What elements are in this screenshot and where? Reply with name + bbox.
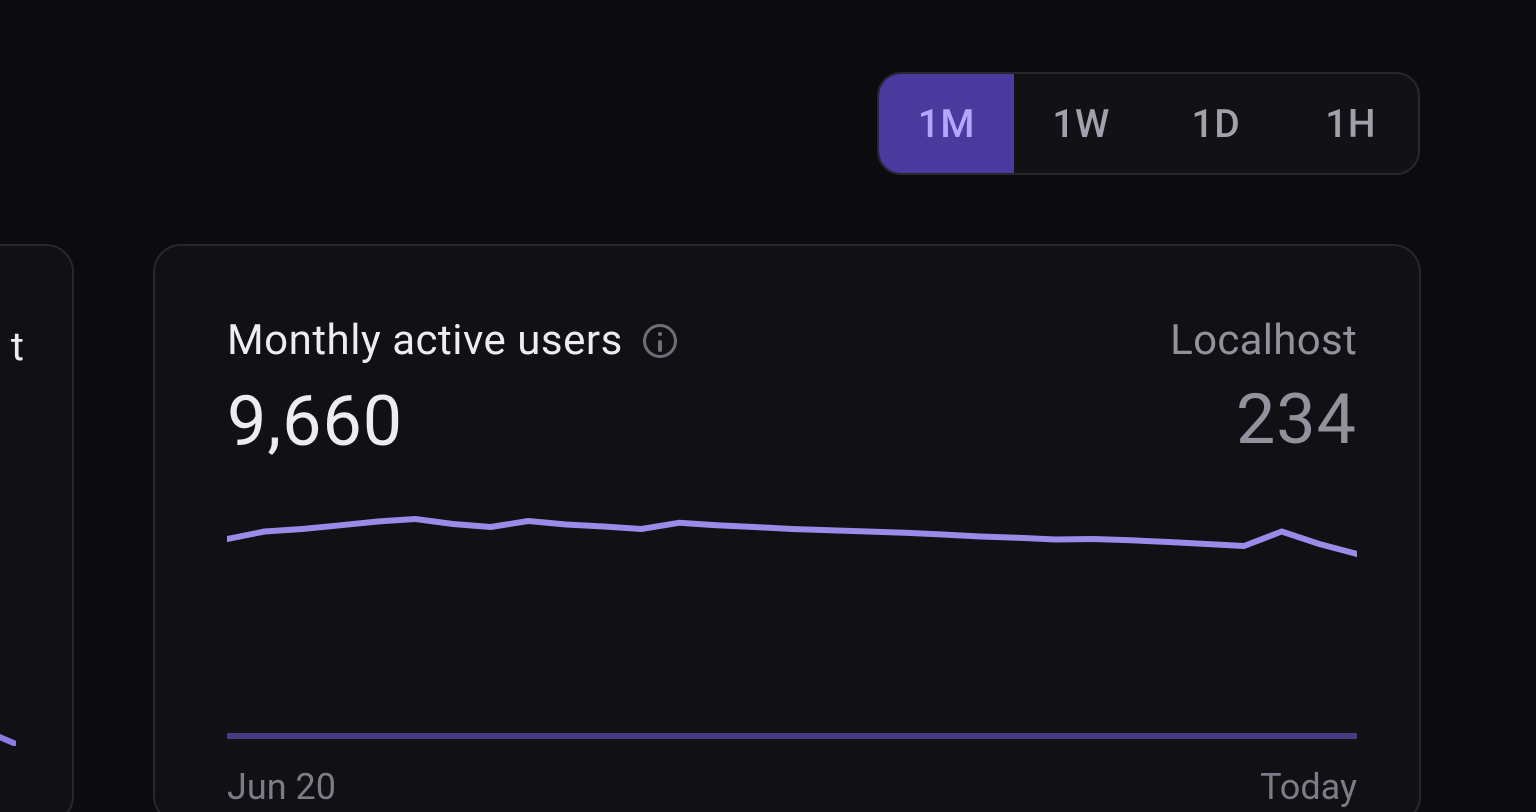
metric-title: Monthly active users — [227, 316, 623, 365]
secondary-metric-label: Localhost — [1170, 316, 1357, 365]
time-range-1d[interactable]: 1D — [1149, 74, 1284, 173]
previous-card-sparkline — [0, 626, 16, 746]
info-icon[interactable] — [643, 324, 677, 358]
previous-metric-card: t — [0, 244, 74, 812]
secondary-metric-value: 234 — [1236, 379, 1357, 461]
metric-value: 9,660 — [227, 381, 677, 463]
metric-chart — [227, 504, 1357, 744]
card-header: Monthly active users 9,660 Localhost 234 — [227, 316, 1357, 463]
x-axis-start: Jun 20 — [227, 766, 336, 808]
time-range-1w[interactable]: 1W — [1014, 74, 1149, 173]
x-axis-end: Today — [1260, 766, 1357, 808]
time-range-selector: 1M 1W 1D 1H — [877, 72, 1420, 175]
mau-metric-card: Monthly active users 9,660 Localhost 234… — [153, 244, 1421, 812]
time-range-1h[interactable]: 1H — [1283, 74, 1418, 173]
time-range-1m[interactable]: 1M — [879, 74, 1014, 173]
previous-card-title-fragment: t — [11, 323, 24, 370]
chart-x-axis: Jun 20 Today — [227, 766, 1357, 808]
